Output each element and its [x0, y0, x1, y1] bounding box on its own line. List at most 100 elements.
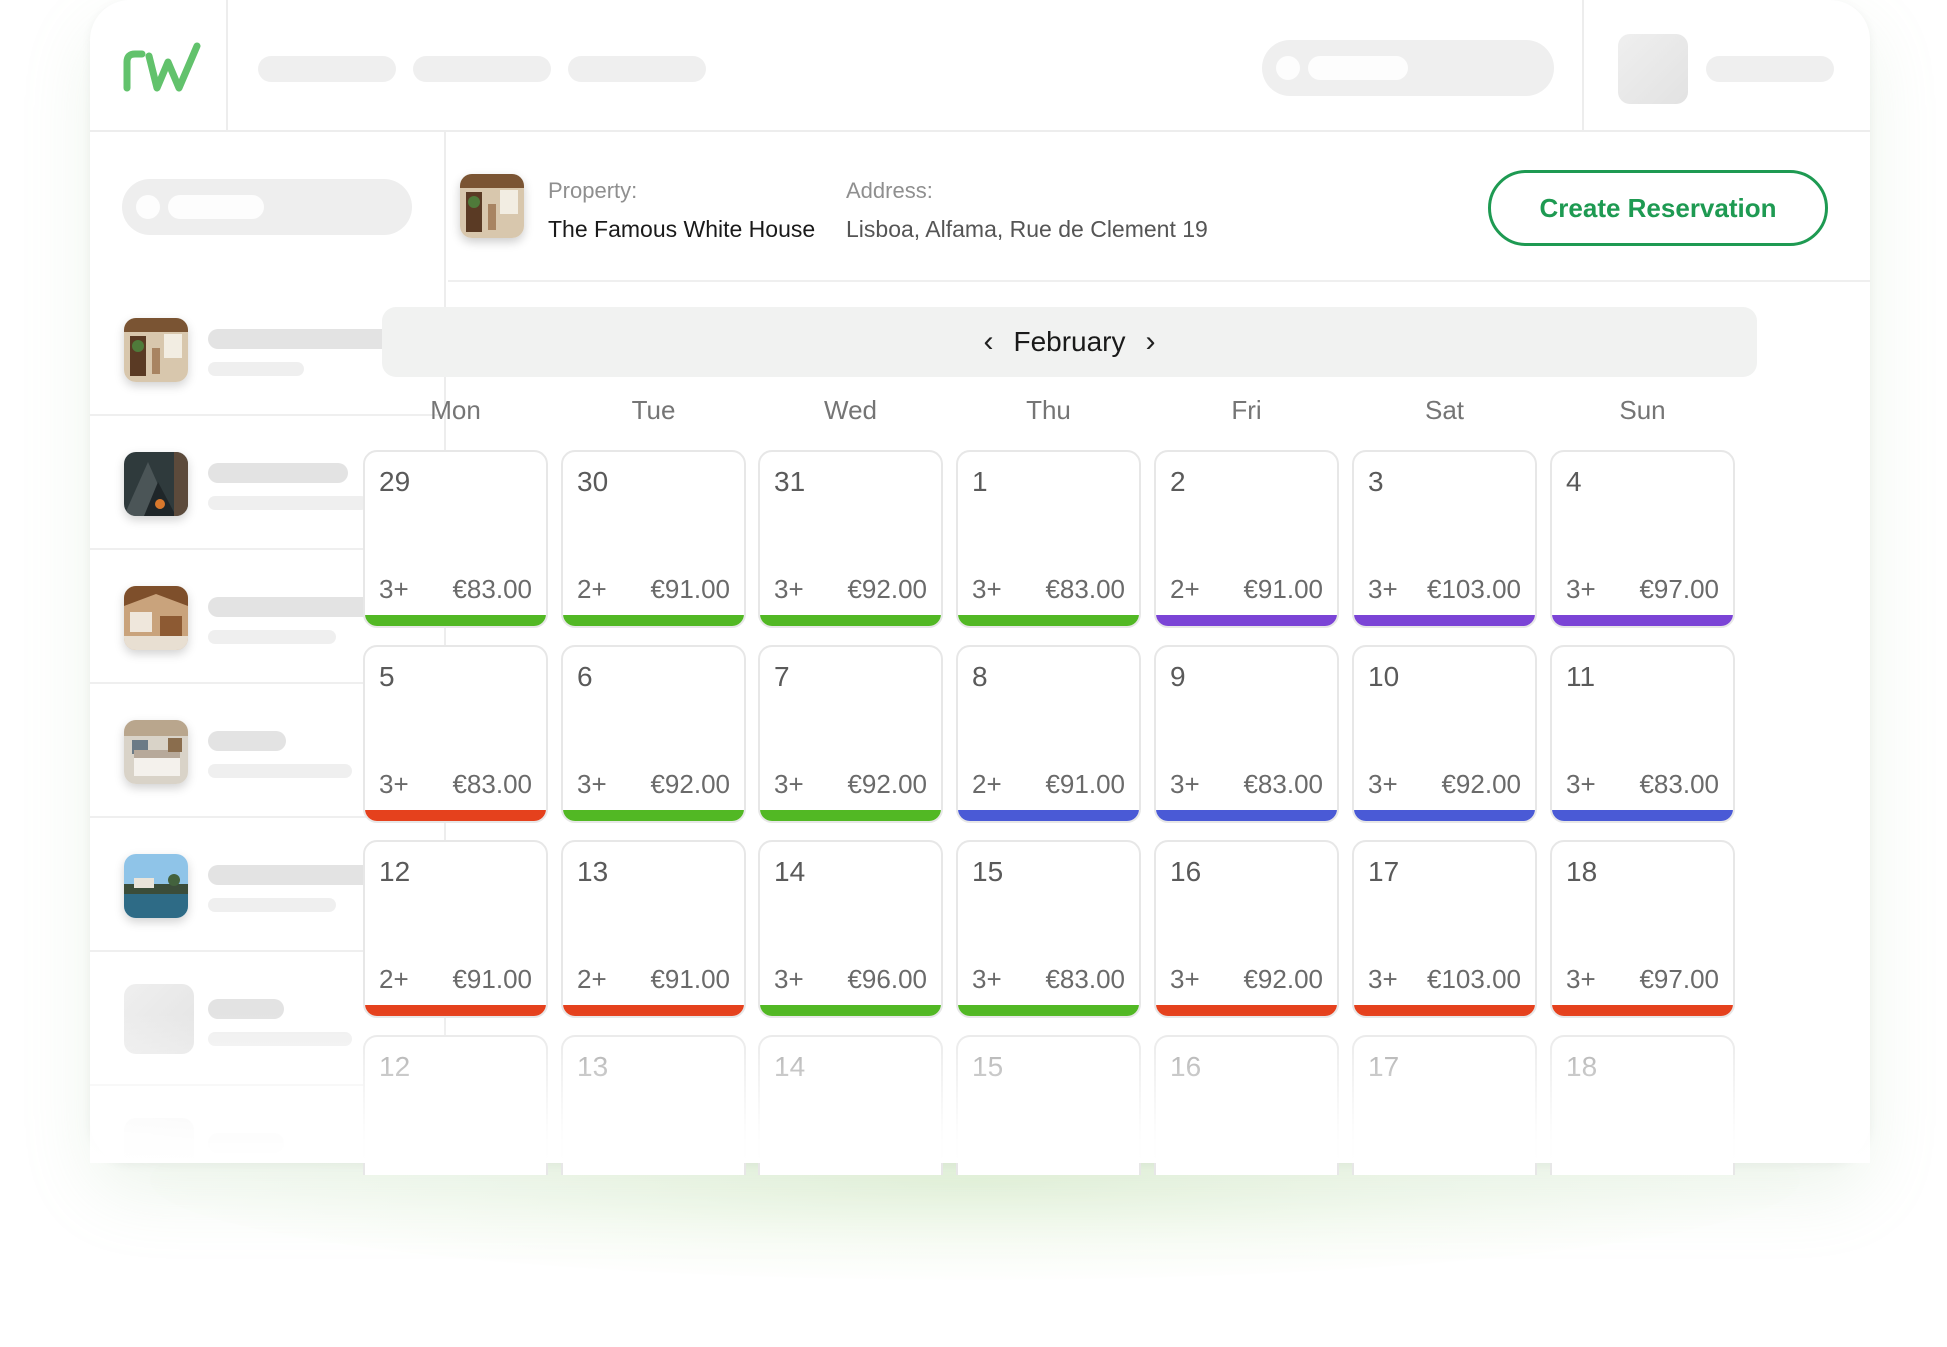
chevron-right-icon[interactable]: › — [1138, 327, 1164, 357]
nightly-price: €83.00 — [1243, 769, 1323, 799]
guest-count: 3+ — [774, 574, 804, 604]
property-sub-placeholder — [208, 630, 336, 644]
day-number: 16 — [1170, 1051, 1202, 1082]
calendar-day-cell[interactable]: 16 3+ €92.00 — [1154, 840, 1339, 1018]
calendar-day-cell[interactable]: 15 — [956, 1035, 1141, 1175]
calendar-day-cell[interactable]: 18 — [1550, 1035, 1735, 1175]
guest-count: 3+ — [774, 769, 804, 799]
nightly-price: €92.00 — [1243, 964, 1323, 994]
calendar-day-cell[interactable]: 17 — [1352, 1035, 1537, 1175]
availability-status-bar — [760, 810, 941, 821]
property-thumbnail-placeholder — [124, 1118, 194, 1163]
address-label: Address: — [846, 178, 933, 203]
nav-placeholder-3[interactable] — [568, 56, 706, 82]
calendar-day-cell[interactable]: 14 3+ €96.00 — [758, 840, 943, 1018]
rw-logo-icon[interactable] — [122, 40, 202, 92]
guest-count: 3+ — [1566, 574, 1596, 604]
property-name-placeholder — [208, 999, 284, 1019]
sidebar-search-placeholder[interactable] — [122, 179, 412, 235]
day-number: 8 — [972, 661, 988, 692]
property-name-placeholder — [208, 463, 348, 483]
nightly-price: €91.00 — [1045, 769, 1125, 799]
day-number: 16 — [1170, 856, 1202, 887]
calendar-day-cell[interactable]: 9 3+ €83.00 — [1154, 645, 1339, 823]
availability-status-bar — [563, 1005, 744, 1016]
calendar-day-cell[interactable]: 10 3+ €92.00 — [1352, 645, 1537, 823]
availability-status-bar — [365, 810, 546, 821]
user-area — [1582, 0, 1870, 132]
calendar-day-cell[interactable]: 4 3+ €97.00 — [1550, 450, 1735, 628]
property-thumbnail-bedroom — [124, 720, 188, 784]
guest-count: 3+ — [1170, 964, 1200, 994]
calendar-day-cell[interactable]: 16 — [1154, 1035, 1339, 1175]
month-label: February — [1013, 326, 1126, 357]
calendar-day-cell[interactable]: 11 3+ €83.00 — [1550, 645, 1735, 823]
guest-count: 3+ — [1170, 769, 1200, 799]
calendar-day-cell[interactable]: 14 — [758, 1035, 943, 1175]
calendar-day-cell[interactable]: 6 3+ €92.00 — [561, 645, 746, 823]
day-number: 13 — [577, 1051, 609, 1082]
search-dot-icon — [136, 195, 160, 219]
nightly-price: €83.00 — [452, 769, 532, 799]
day-number: 18 — [1566, 856, 1598, 887]
calendar-day-cell[interactable]: 5 3+ €83.00 — [363, 645, 548, 823]
calendar-day-cell[interactable]: 13 2+ €91.00 — [561, 840, 746, 1018]
property-name-placeholder — [208, 1133, 284, 1153]
guest-count: 3+ — [1566, 964, 1596, 994]
calendar-day-cell[interactable]: 29 3+ €83.00 — [363, 450, 548, 628]
nightly-price: €103.00 — [1427, 964, 1521, 994]
guest-count: 3+ — [1566, 769, 1596, 799]
availability-status-bar — [958, 1005, 1139, 1016]
calendar-day-cell[interactable]: 12 2+ €91.00 — [363, 840, 548, 1018]
calendar-day-cell[interactable]: 18 3+ €97.00 — [1550, 840, 1735, 1018]
nightly-price: €83.00 — [1045, 574, 1125, 604]
availability-status-bar — [365, 1005, 546, 1016]
property-name-placeholder — [208, 731, 286, 751]
nightly-price: €92.00 — [1441, 769, 1521, 799]
property-thumbnail-loft — [124, 586, 188, 650]
availability-status-bar — [760, 1005, 941, 1016]
availability-status-bar — [760, 615, 941, 626]
weekday-label-thu: Thu — [1026, 395, 1071, 425]
top-search-placeholder[interactable] — [1262, 40, 1554, 96]
calendar-day-cell[interactable]: 3 3+ €103.00 — [1352, 450, 1537, 628]
calendar-day-cell[interactable]: 1 3+ €83.00 — [956, 450, 1141, 628]
availability-status-bar — [1156, 1005, 1337, 1016]
nav-placeholder-2[interactable] — [413, 56, 551, 82]
day-number: 7 — [774, 661, 790, 692]
day-number: 15 — [972, 856, 1004, 887]
nightly-price: €92.00 — [847, 769, 927, 799]
day-number: 10 — [1368, 661, 1400, 692]
day-number: 15 — [972, 1051, 1004, 1082]
calendar-day-cell[interactable]: 31 3+ €92.00 — [758, 450, 943, 628]
nav-placeholder-1[interactable] — [258, 56, 396, 82]
calendar-day-cell[interactable]: 30 2+ €91.00 — [561, 450, 746, 628]
calendar-day-cell[interactable]: 8 2+ €91.00 — [956, 645, 1141, 823]
create-reservation-button[interactable]: Create Reservation — [1488, 170, 1828, 246]
weekday-header: Mon Tue Wed Thu Fri Sat Sun — [363, 395, 1763, 431]
user-name-placeholder — [1706, 56, 1834, 82]
calendar-day-cell[interactable]: 2 2+ €91.00 — [1154, 450, 1339, 628]
calendar-day-cell[interactable]: 12 — [363, 1035, 548, 1175]
chevron-left-icon[interactable]: ‹ — [975, 327, 1001, 357]
calendar-day-cell[interactable]: 13 — [561, 1035, 746, 1175]
availability-status-bar — [1156, 615, 1337, 626]
guest-count: 3+ — [577, 769, 607, 799]
calendar-day-cell[interactable]: 7 3+ €92.00 — [758, 645, 943, 823]
avatar[interactable] — [1618, 34, 1688, 104]
guest-count: 3+ — [972, 574, 1002, 604]
guest-count: 3+ — [774, 964, 804, 994]
nightly-price: €83.00 — [1045, 964, 1125, 994]
guest-count: 3+ — [1368, 769, 1398, 799]
availability-status-bar — [958, 810, 1139, 821]
day-number: 18 — [1566, 1051, 1598, 1082]
day-number: 14 — [774, 856, 806, 887]
calendar-day-cell[interactable]: 17 3+ €103.00 — [1352, 840, 1537, 1018]
calendar-grid: 29 3+ €83.00 30 2+ €91.00 31 3+ €92.00 1 3+ €83.00 2… — [363, 450, 1763, 1175]
availability-status-bar — [1552, 810, 1733, 821]
property-thumbnail-pool — [124, 854, 188, 918]
calendar-day-cell[interactable]: 15 3+ €83.00 — [956, 840, 1141, 1018]
search-bar-placeholder — [168, 195, 264, 219]
property-sub-placeholder — [208, 898, 336, 912]
property-name-placeholder — [208, 865, 380, 885]
